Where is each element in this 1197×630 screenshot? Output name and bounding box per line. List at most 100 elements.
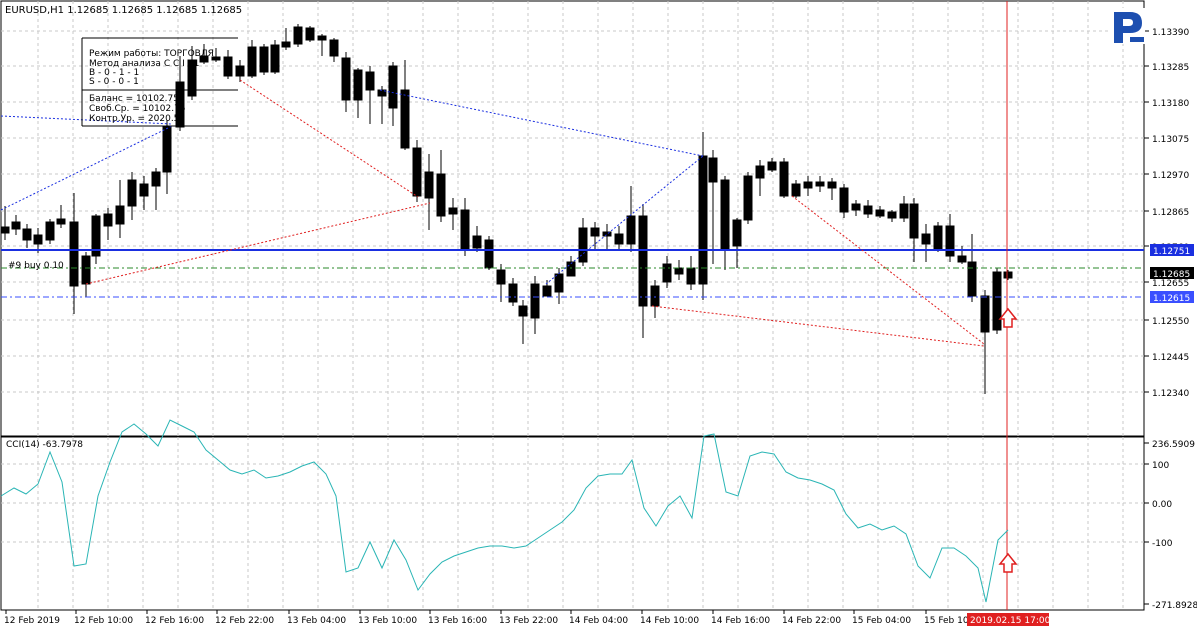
candle-body xyxy=(0,226,10,234)
price-tick-label: 1.12445 xyxy=(1152,353,1189,363)
candle-body xyxy=(967,261,977,297)
candle-body xyxy=(815,181,825,187)
candle-body xyxy=(33,234,43,245)
trading-chart[interactable]: EURUSD,H1 1.12685 1.12685 1.12685 1.1268… xyxy=(0,0,1197,630)
candle-body xyxy=(720,179,730,251)
candle-body xyxy=(103,213,113,227)
candle-body xyxy=(69,221,79,287)
candle-body xyxy=(460,209,470,251)
candle-body xyxy=(945,225,955,257)
cci-tick-label: -271.8928 xyxy=(1152,601,1197,611)
candle-body xyxy=(412,147,422,197)
candle-body xyxy=(247,46,257,77)
price-tag-label: 1.12685 xyxy=(1153,270,1190,280)
cci-tick-label: 236.5909 xyxy=(1152,440,1195,450)
candle-body xyxy=(317,35,327,41)
candle-body xyxy=(162,126,172,173)
candle-body xyxy=(448,207,458,215)
time-tick-label: 13 Feb 10:00 xyxy=(358,616,417,626)
info-mode: Режим работы: ТОРГОВЛЯ xyxy=(89,49,214,59)
candle-body xyxy=(151,171,161,187)
candle-body xyxy=(235,65,245,77)
broker-logo-icon xyxy=(1111,8,1145,44)
candle-body xyxy=(863,205,873,215)
candle-body xyxy=(578,227,588,263)
candle-body xyxy=(293,26,303,45)
candle-body xyxy=(115,205,125,225)
candle-body xyxy=(638,215,648,307)
candle-body xyxy=(45,221,55,241)
price-tick-label: 1.13285 xyxy=(1152,63,1189,73)
cci-indicator-pane[interactable] xyxy=(0,436,1145,611)
cci-label: CCI(14) -63.7978 xyxy=(6,440,83,450)
price-tag-label: 1.12751 xyxy=(1153,247,1190,257)
cci-tick-label: 0.00 xyxy=(1152,500,1172,510)
price-tick-label: 1.13075 xyxy=(1152,135,1189,145)
price-tick-label: 1.12550 xyxy=(1152,317,1189,327)
candle-body xyxy=(554,273,564,293)
candle-body xyxy=(590,227,600,237)
cci-tick-label: -100 xyxy=(1152,539,1173,549)
candle-body xyxy=(81,255,91,285)
candle-body xyxy=(484,239,494,269)
candle-body xyxy=(767,161,777,171)
trade-label: #9 buy 0.10 xyxy=(8,261,64,271)
time-tick-label: 12 Feb 22:00 xyxy=(215,616,274,626)
candle-body xyxy=(223,56,233,77)
candle-body xyxy=(400,89,410,149)
time-tick-label: 12 Feb 16:00 xyxy=(145,616,204,626)
candle-body xyxy=(496,269,506,285)
candle-body xyxy=(56,218,66,225)
candle-body xyxy=(436,173,446,217)
price-tag-label: 1.12615 xyxy=(1153,294,1190,304)
time-axis: 12 Feb 2019 12 Feb 10:00 12 Feb 16:00 12 Fe… xyxy=(4,610,1051,626)
candle-body xyxy=(127,179,137,207)
candle-body xyxy=(732,219,742,247)
candle-body xyxy=(980,295,990,333)
candle-body xyxy=(388,65,398,109)
candle-body xyxy=(22,228,32,241)
candle-body xyxy=(909,203,919,239)
cci-axis: 236.5909 100 0.00 -100 -271.8928 xyxy=(1144,440,1197,611)
info-free: Своб.Ср. = 10102.75 xyxy=(89,104,186,114)
candle-body xyxy=(791,183,801,197)
candle-body xyxy=(424,171,434,199)
price-tick-label: 1.12655 xyxy=(1152,279,1189,289)
candle-body xyxy=(839,187,849,213)
info-control: Контр.Ур. = 2020.55 xyxy=(89,114,185,124)
time-tick-label: 15 Feb 04:00 xyxy=(852,616,911,626)
candle-body xyxy=(755,165,765,179)
candle-body xyxy=(698,155,708,285)
candle-body xyxy=(686,267,696,285)
candle-body xyxy=(803,181,813,189)
price-tick-label: 1.13390 xyxy=(1152,28,1189,38)
candle-body xyxy=(530,283,540,319)
candle-body xyxy=(992,271,1002,331)
cci-tick-label: 100 xyxy=(1152,461,1169,471)
candle-body xyxy=(281,41,291,48)
candle-body xyxy=(614,233,624,245)
price-axis: 1.13390 1.13285 1.13180 1.13075 1.12970 1.128… xyxy=(1144,28,1194,399)
time-tick-label: 14 Feb 16:00 xyxy=(711,616,770,626)
candle-body xyxy=(650,285,660,307)
time-tick-label: 14 Feb 04:00 xyxy=(569,616,628,626)
candle-body xyxy=(139,183,149,197)
cursor-time-label: 2019.02.15 17:00 xyxy=(970,616,1051,626)
time-tick-label: 14 Feb 22:00 xyxy=(782,616,841,626)
candle-body xyxy=(11,221,21,230)
price-tick-label: 1.12340 xyxy=(1152,389,1189,399)
time-tick-label: 13 Feb 04:00 xyxy=(287,616,346,626)
candle-body xyxy=(353,69,363,101)
candle-body xyxy=(662,263,672,283)
time-tick-label: 12 Feb 10:00 xyxy=(74,616,133,626)
price-tick-label: 1.13180 xyxy=(1152,99,1189,109)
candle-body xyxy=(899,203,909,219)
candle-body xyxy=(957,255,967,263)
time-tick-label: 15 Feb 10 xyxy=(924,616,969,626)
candle-body xyxy=(921,233,931,245)
candle-body xyxy=(365,71,375,91)
candle-body xyxy=(259,46,269,73)
time-tick-label: 14 Feb 10:00 xyxy=(640,616,699,626)
candle-body xyxy=(887,211,897,219)
time-tick-label: 12 Feb 2019 xyxy=(4,616,60,626)
